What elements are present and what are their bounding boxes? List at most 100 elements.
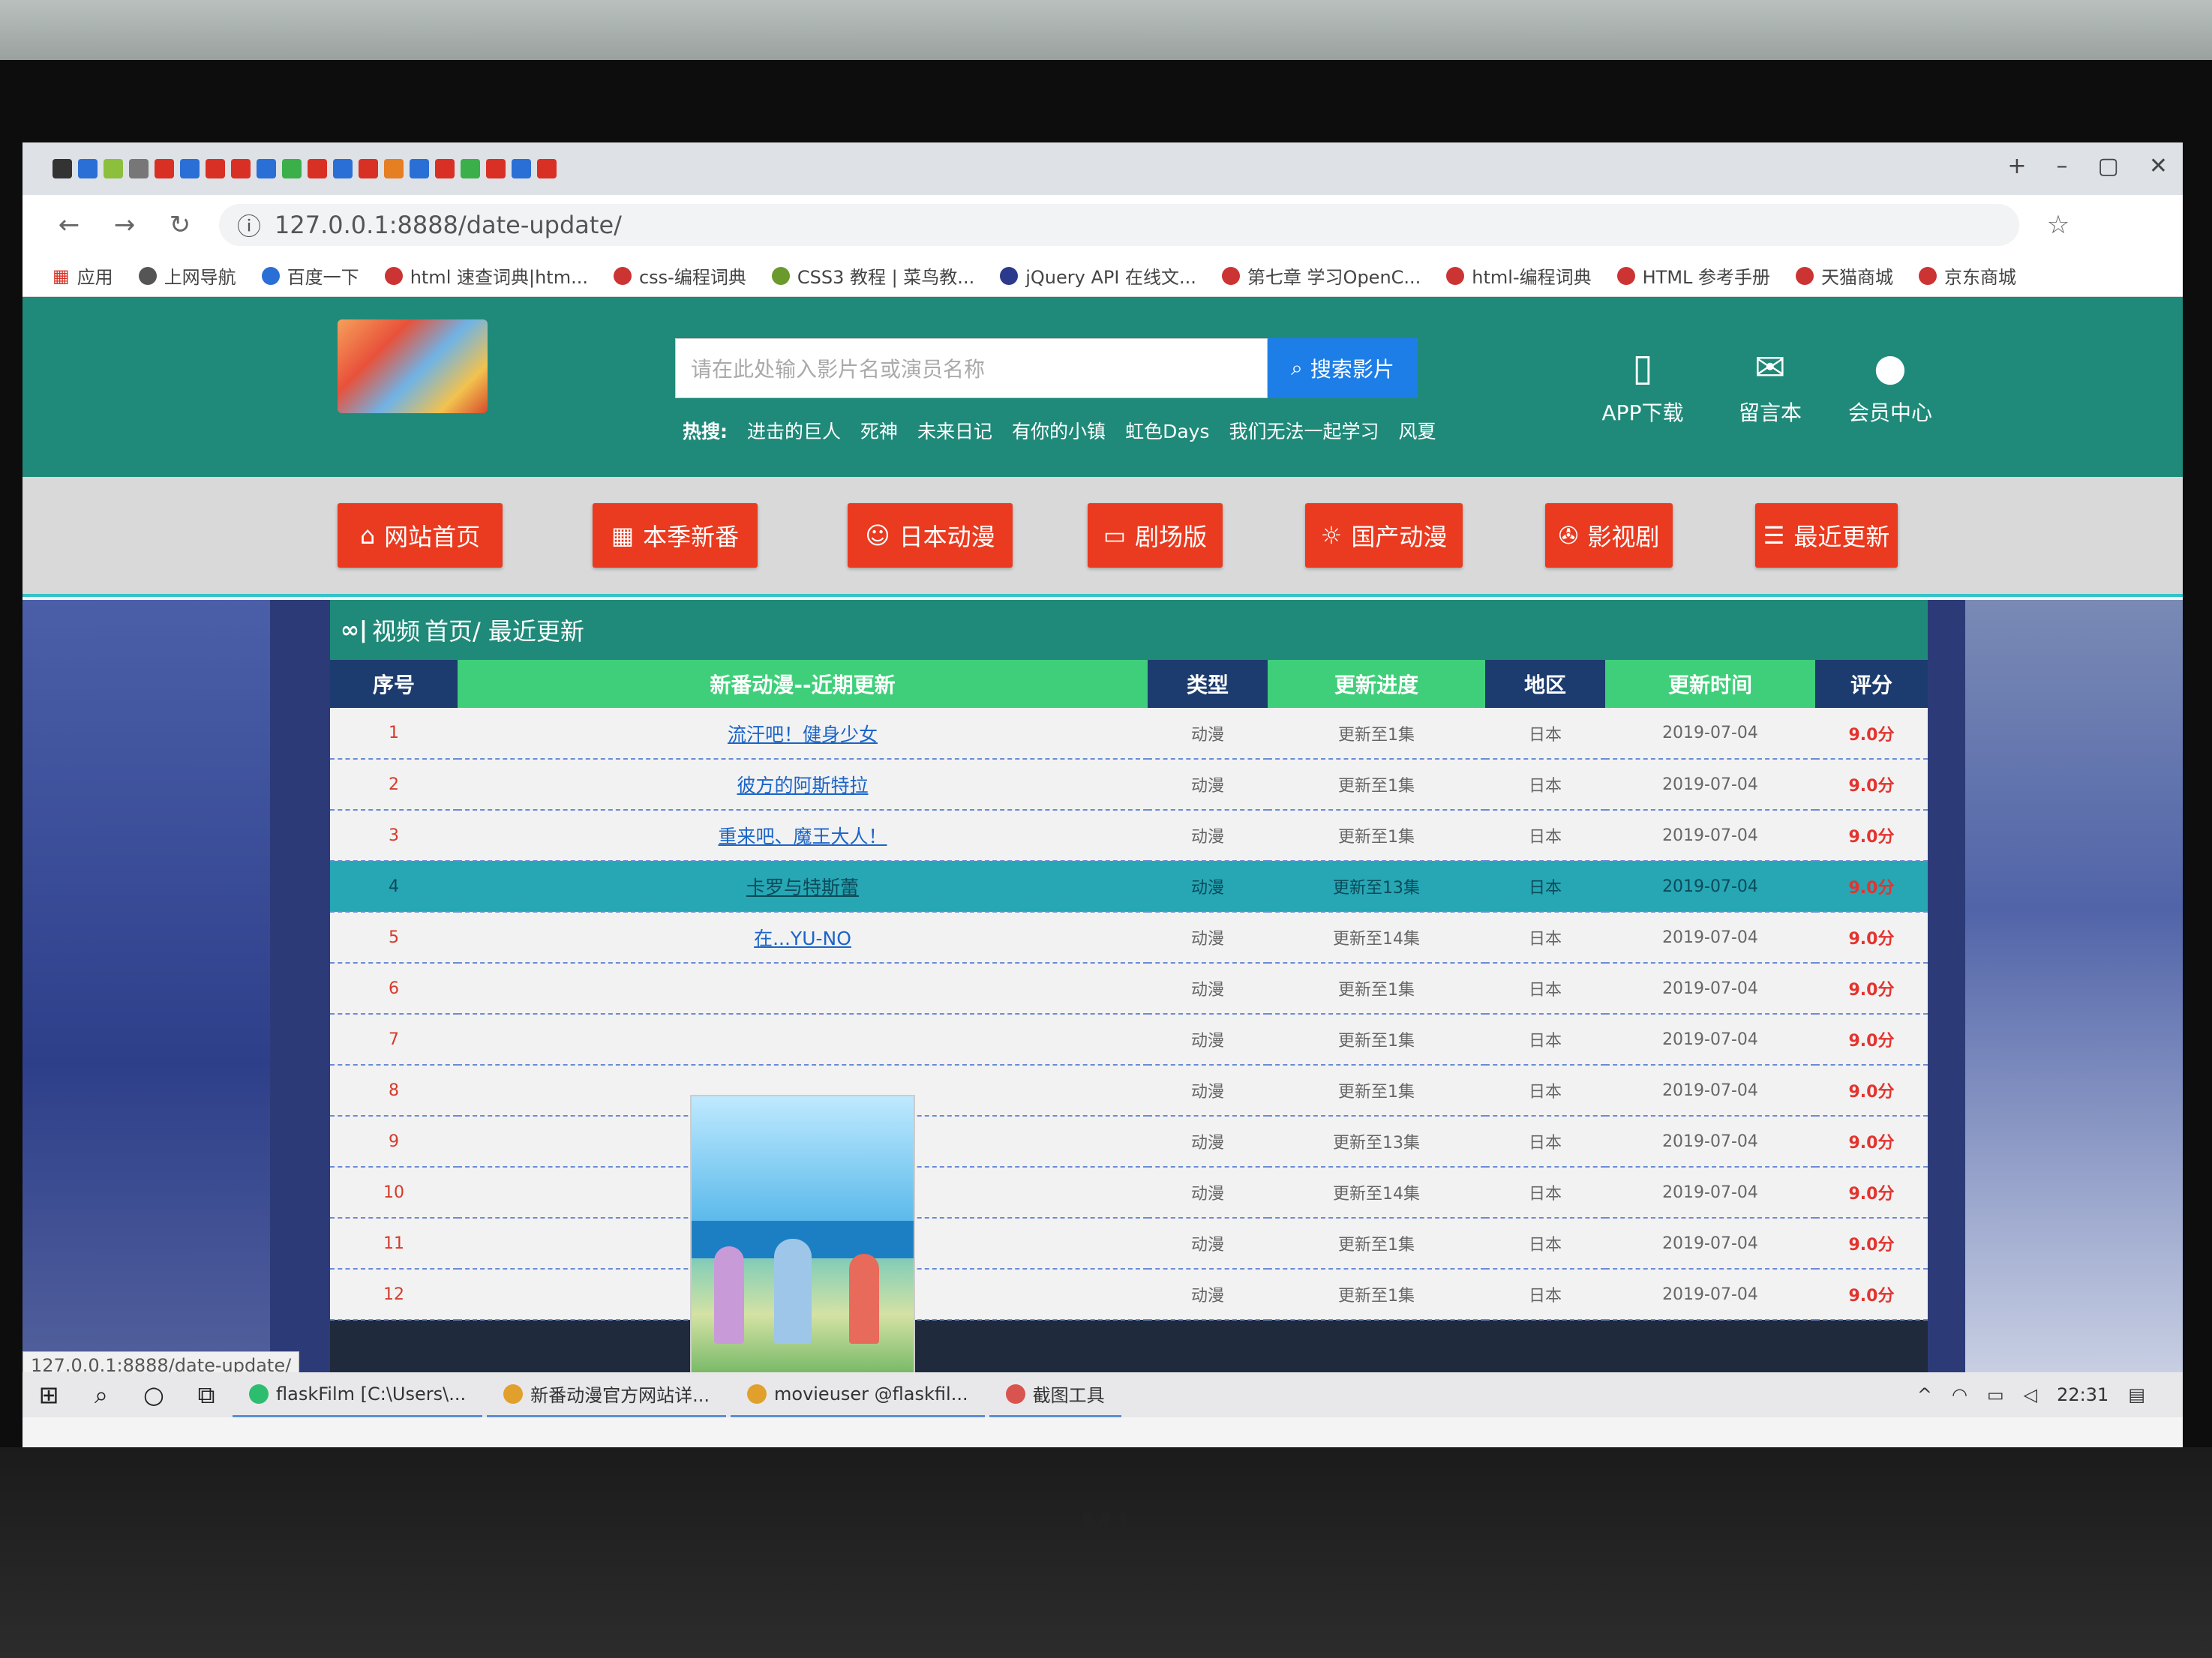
- tab-favicon[interactable]: [180, 159, 200, 178]
- table-row[interactable]: 1 流汗吧！健身少女 动漫 更新至1集 日本 2019-07-04 9.0分: [330, 708, 1928, 760]
- tab-favicon[interactable]: [512, 159, 531, 178]
- minimize-icon[interactable]: –: [2057, 153, 2068, 179]
- hot-search-link[interactable]: 进击的巨人: [747, 417, 841, 444]
- tab-favicon[interactable]: [333, 159, 353, 178]
- hot-search-link[interactable]: 我们无法一起学习: [1229, 417, 1379, 444]
- tab-favicon[interactable]: [155, 159, 174, 178]
- address-url: 127.0.0.1:8888/date-update/: [275, 211, 622, 239]
- table-row[interactable]: 2 彼方的阿斯特拉 动漫 更新至1集 日本 2019-07-04 9.0分: [330, 759, 1928, 811]
- bookmark-item[interactable]: ▦ 应用: [53, 262, 113, 289]
- tab-favicon[interactable]: [78, 159, 98, 178]
- tab-favicon[interactable]: [461, 159, 480, 178]
- tab-favicon[interactable]: [257, 159, 276, 178]
- taskbar-app-chrome[interactable]: 新番动漫官方网站详...: [487, 1372, 726, 1417]
- taskbar-app-snipping[interactable]: 截图工具: [989, 1372, 1121, 1417]
- guestbook-link[interactable]: ✉ 留言本: [1718, 346, 1823, 427]
- tab-favicon[interactable]: [410, 159, 429, 178]
- hot-search-link[interactable]: 风夏: [1398, 417, 1436, 444]
- battery-icon[interactable]: ▭: [1987, 1384, 2004, 1405]
- tab-favicon[interactable]: [308, 159, 327, 178]
- member-center-link[interactable]: ● 会员中心: [1838, 346, 1943, 427]
- hot-search-link[interactable]: 死神: [860, 417, 898, 444]
- nav-japanese-anime[interactable]: ☺ 日本动漫: [848, 503, 1013, 568]
- nav-this-season[interactable]: ▦ 本季新番: [593, 503, 758, 568]
- breadcrumb-path[interactable]: 首页/ 最近更新: [425, 613, 584, 647]
- table-row[interactable]: 8 动漫 更新至1集 日本 2019-07-04 9.0分: [330, 1065, 1928, 1117]
- taskbar-app-pycharm[interactable]: flaskFilm [C:\Users\...: [233, 1372, 483, 1417]
- bookmark-item[interactable]: html-编程词典: [1446, 262, 1592, 289]
- tab-favicon[interactable]: [231, 159, 251, 178]
- nav-recent-updates[interactable]: ☰ 最近更新: [1755, 503, 1898, 568]
- app-download-link[interactable]: ▯ APP下载: [1590, 346, 1695, 427]
- tab-favicon[interactable]: [435, 159, 455, 178]
- table-row[interactable]: 7 动漫 更新至1集 日本 2019-07-04 9.0分: [330, 1014, 1928, 1066]
- bookmark-item[interactable]: CSS3 教程 | 菜鸟教...: [771, 262, 974, 289]
- chevron-up-icon[interactable]: ^: [1917, 1384, 1932, 1405]
- bookmark-item[interactable]: css-编程词典: [613, 262, 746, 289]
- anime-poster-popup[interactable]: [690, 1095, 915, 1410]
- new-tab-icon[interactable]: +: [2007, 153, 2026, 179]
- hot-search-link[interactable]: 虹色Days: [1125, 417, 1209, 444]
- bookmark-item[interactable]: HTML 参考手册: [1616, 262, 1770, 289]
- wifi-icon[interactable]: ◠: [1952, 1384, 1967, 1405]
- tab-favicon[interactable]: [129, 159, 149, 178]
- tab-favicon[interactable]: [359, 159, 378, 178]
- table-row[interactable]: 10在...YU-NO动漫更新至14集日本2019-07-049.0分: [330, 1167, 1928, 1219]
- reload-icon[interactable]: ↻: [164, 210, 197, 240]
- tab-favicon[interactable]: [104, 159, 123, 178]
- cortana-icon[interactable]: ○: [128, 1381, 180, 1409]
- search-input[interactable]: 请在此处输入影片名或演员名称: [675, 338, 1268, 398]
- col-header-progress: 更新进度: [1268, 660, 1485, 708]
- bookmark-item[interactable]: 百度一下: [261, 262, 359, 289]
- table-row[interactable]: 6 动漫 更新至1集 日本 2019-07-04 9.0分: [330, 963, 1928, 1015]
- hot-search-link[interactable]: 有你的小镇: [1012, 417, 1106, 444]
- table-row[interactable]: 4 卡罗与特斯蕾 动漫 更新至13集 日本 2019-07-04 9.0分: [330, 861, 1928, 913]
- star-icon[interactable]: ☆: [2042, 210, 2075, 240]
- bookmark-item[interactable]: 第七章 学习OpenC...: [1221, 262, 1421, 289]
- tab-favicon[interactable]: [206, 159, 225, 178]
- row-title-link[interactable]: 彼方的阿斯特拉: [458, 759, 1148, 811]
- tab-favicon[interactable]: [537, 159, 557, 178]
- site-logo[interactable]: [338, 319, 488, 413]
- close-window-icon[interactable]: ✕: [2149, 153, 2168, 179]
- nav-movies[interactable]: ▭ 剧场版: [1088, 503, 1223, 568]
- table-row[interactable]: 12彼方的阿斯特拉动漫更新至1集日本2019-07-049.0分: [330, 1269, 1928, 1321]
- bookmark-item[interactable]: 上网导航: [138, 262, 236, 289]
- windows-start-icon[interactable]: ⊞: [23, 1381, 75, 1409]
- table-row[interactable]: 5 在...YU-NO 动漫 更新至14集 日本 2019-07-04 9.0分: [330, 912, 1928, 964]
- row-title-link[interactable]: [458, 1014, 1148, 1066]
- task-view-icon[interactable]: ⧉: [180, 1381, 233, 1410]
- tab-favicon[interactable]: [282, 159, 302, 178]
- search-button[interactable]: ⌕ 搜索影片: [1268, 338, 1418, 398]
- taskbar-app-chrome-2[interactable]: movieuser @flaskfil...: [731, 1372, 985, 1417]
- address-bar[interactable]: ⓘ 127.0.0.1:8888/date-update/: [219, 204, 2019, 246]
- bookmark-item[interactable]: 天猫商城: [1796, 262, 1893, 289]
- row-title-link[interactable]: 卡罗与特斯蕾: [458, 861, 1148, 913]
- info-icon[interactable]: ⓘ: [237, 208, 261, 242]
- notification-icon[interactable]: ▤: [2128, 1384, 2145, 1405]
- tab-favicon[interactable]: [384, 159, 404, 178]
- nav-tv-series[interactable]: ✇ 影视剧: [1545, 503, 1673, 568]
- hot-search-link[interactable]: 未来日记: [917, 417, 992, 444]
- volume-icon[interactable]: ◁: [2024, 1384, 2037, 1405]
- bookmark-item[interactable]: html 速查词典|htm...: [384, 262, 588, 289]
- nav-home[interactable]: ⌂ 网站首页: [338, 503, 503, 568]
- table-row[interactable]: 3 重来吧、魔王大人！ 动漫 更新至1集 日本 2019-07-04 9.0分: [330, 810, 1928, 862]
- tab-favicon[interactable]: [486, 159, 506, 178]
- tab-favicon[interactable]: [53, 159, 72, 178]
- row-title-link[interactable]: 重来吧、魔王大人！: [458, 810, 1148, 862]
- bookmark-item[interactable]: jQuery API 在线文...: [1000, 262, 1196, 289]
- bookmark-item[interactable]: 京东商城: [1919, 262, 2016, 289]
- back-icon[interactable]: ←: [53, 210, 86, 240]
- clock[interactable]: 22:31: [2057, 1384, 2108, 1405]
- row-title-link[interactable]: 流汗吧！健身少女: [458, 708, 1148, 760]
- forward-icon[interactable]: →: [108, 210, 141, 240]
- search-icon[interactable]: ⌕: [75, 1381, 128, 1410]
- row-title-link[interactable]: 在...YU-NO: [458, 912, 1148, 964]
- table-row[interactable]: 11流汗吧！健身少女动漫更新至1集日本2019-07-049.0分: [330, 1218, 1928, 1270]
- maximize-icon[interactable]: ▢: [2098, 153, 2119, 179]
- left-background-art: [23, 600, 270, 1372]
- row-title-link[interactable]: [458, 963, 1148, 1015]
- nav-domestic-anime[interactable]: ☼ 国产动漫: [1305, 503, 1463, 568]
- table-row[interactable]: 9 动漫 更新至13集 日本 2019-07-04 9.0分: [330, 1116, 1928, 1168]
